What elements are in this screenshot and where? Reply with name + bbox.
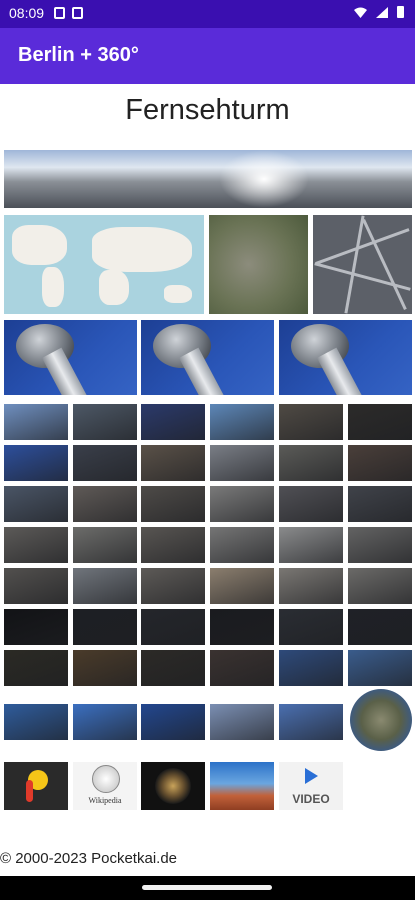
photo-thumbnail[interactable] [73,486,137,522]
photo-thumbnail[interactable] [141,445,205,481]
photo-thumbnail[interactable] [348,404,412,440]
photo-thumbnail[interactable] [4,404,68,440]
photo-thumbnail[interactable] [279,486,343,522]
photo-thumbnail[interactable] [210,704,274,740]
wikipedia-globe-icon [92,765,120,793]
photo-thumbnail[interactable] [279,404,343,440]
photo-thumbnail[interactable] [210,404,274,440]
video-label: VIDEO [292,792,330,806]
photo-thumbnail[interactable] [279,704,343,740]
photo-thumbnail[interactable] [141,704,205,740]
photo-thumbnail[interactable] [348,650,412,686]
photo-thumbnail[interactable] [279,568,343,604]
map-landmass [164,285,192,303]
photo-thumbnail[interactable] [4,527,68,563]
photo-thumbnail[interactable] [141,486,205,522]
wifi-icon [354,7,367,18]
photo-thumbnail[interactable] [4,568,68,604]
photo-thumbnail[interactable] [210,527,274,563]
photo-thumbnail[interactable] [210,486,274,522]
photo-thumbnail[interactable] [210,568,274,604]
app-bar: Berlin + 360° [0,28,415,84]
street-map-image[interactable] [313,215,412,314]
panorama-image[interactable] [4,150,412,208]
map-landmass [92,227,192,272]
photo-thumbnail[interactable] [4,445,68,481]
photo-thumbnail[interactable] [4,704,68,740]
navigation-bar [0,876,415,900]
wikipedia-label: Wikipedia [88,796,122,805]
photo-thumbnail[interactable] [279,650,343,686]
photo-thumbnail[interactable] [73,650,137,686]
photo-thumbnail[interactable] [141,527,205,563]
weather-icon-tile[interactable] [4,762,68,810]
audio-icon-tile[interactable] [141,762,205,810]
photo-thumbnail[interactable] [141,609,205,645]
sun-glare [219,150,309,208]
photo-thumbnail[interactable] [348,527,412,563]
photo-thumbnail[interactable] [279,527,343,563]
map-landmass [12,225,67,265]
wikipedia-icon-tile[interactable]: Wikipedia [73,762,137,810]
tower-photo-large[interactable] [4,320,137,395]
video-icon-tile[interactable]: VIDEO [279,762,343,810]
photo-thumbnail[interactable] [210,650,274,686]
photo-thumbnail[interactable] [73,568,137,604]
map-street [344,215,365,314]
photo-thumbnail[interactable] [73,404,137,440]
photo-thumbnail[interactable] [4,609,68,645]
notification-icon [54,7,65,19]
photo-thumbnail[interactable] [73,527,137,563]
photo-thumbnail[interactable] [73,609,137,645]
status-bar: 08:09 [0,0,415,28]
page-title: Fernsehturm [125,94,290,126]
photo-thumbnail[interactable] [279,445,343,481]
photo-thumbnail[interactable] [73,445,137,481]
thermometer-icon [26,780,33,802]
map-landmass [99,270,129,305]
photo-thumbnail[interactable] [279,609,343,645]
map-street [315,228,410,265]
signal-icon [376,6,388,18]
photo-thumbnail[interactable] [141,650,205,686]
copyright-footer: © 2000-2023 Pocketkai.de [0,850,178,867]
photo-thumbnail[interactable] [210,609,274,645]
sd-card-icon [72,7,83,19]
photo-thumbnail[interactable] [141,568,205,604]
status-icons [353,5,405,19]
photo-thumbnail[interactable] [210,445,274,481]
world-map-image[interactable] [4,215,204,314]
tower-photo-large[interactable] [279,320,412,395]
map-landmass [42,267,64,307]
photo-thumbnail[interactable] [348,445,412,481]
photo-thumbnail[interactable] [4,650,68,686]
speaker-icon [155,768,191,804]
little-planet-image[interactable] [350,689,412,751]
photo-thumbnail[interactable] [348,568,412,604]
photo-thumbnail[interactable] [73,704,137,740]
status-time: 08:09 [9,5,45,21]
photo-thumbnail[interactable] [4,486,68,522]
photo-thumbnail[interactable] [348,609,412,645]
battery-icon [397,6,404,18]
home-handle[interactable] [142,885,272,890]
monument-valley-image[interactable] [210,762,274,810]
tower-photo-large[interactable] [141,320,274,395]
satellite-map-image[interactable] [209,215,308,314]
photo-thumbnail[interactable] [348,486,412,522]
play-icon [305,768,318,784]
app-title: Berlin + 360° [18,44,139,66]
photo-thumbnail[interactable] [141,404,205,440]
